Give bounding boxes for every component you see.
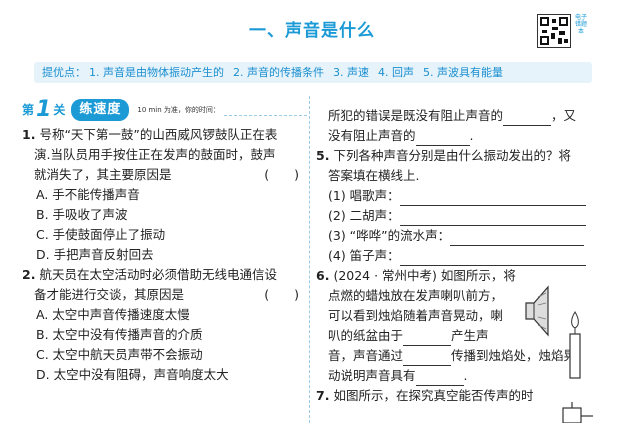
left-column: 第 1 关 练速度 10 min 为准，你的时间： 1. 号称“天下第一鼓”的山… [22,98,307,385]
hint-point: 2. 声音的传播条件 [233,66,324,79]
question-4-continued: 所犯的错误是既没有阻止声音的 ，又 没有阻止声音的. [316,106,606,146]
question-stem: 号称“天下第一鼓”的山西威风锣鼓队正在表 [39,127,278,142]
option-b[interactable]: B. 手吸收了声波 [22,205,307,225]
item-label: (2) 二胡声： [328,208,400,223]
right-column: 所犯的错误是既没有阻止声音的 ，又 没有阻止声音的. 5. 下列各种声音分别是由什… [316,106,606,406]
question-text: (2024 · 常州中考) 如图所示，将 [333,268,516,283]
question-text: 产生声 [451,328,489,343]
hint-point: 1. 声音是由物体振动产生的 [89,66,224,79]
question-text: . [463,368,468,383]
question-text: 点燃的蜡烛放在发声喇叭前方， [328,288,504,303]
item-label: (1) 唱歌声： [328,188,400,203]
question-text: 叭的纸盆由于 [328,328,404,343]
option-a[interactable]: A. 手不能传播声音 [22,185,307,205]
question-text: 可以看到烛焰随着声音晃动，喇 [328,308,504,323]
question-text: 音，声音通过 [328,348,404,363]
level-name-badge: 练速度 [71,99,130,121]
question-stem: 答案填在横线上. [328,168,420,183]
column-divider [309,96,310,423]
question-6: 6. (2024 · 常州中考) 如图所示，将 点燃的蜡烛放在发声喇叭前方， 可… [316,266,606,386]
vacuum-bell-figure [562,402,593,423]
question-stem: 备才能进行交谈，其原因是 [34,287,185,302]
answer-blank[interactable] [415,131,470,146]
question-text: . [469,128,474,143]
level-guan: 关 [53,103,66,117]
option-c[interactable]: C. 手使鼓面停止了振动 [22,225,307,245]
qr-label: 电子错题本 [574,14,587,35]
question-text: 所犯的错误是既没有阻止声音的 [328,108,504,123]
question-number: 6. [316,268,330,283]
question-text: 动说明声音具有 [328,368,416,383]
option-d[interactable]: D. 太空中没有阻碍，声音响度太大 [22,365,307,385]
question-1: 1. 号称“天下第一鼓”的山西威风锣鼓队正在表 演.当队员用手按住正在发声的鼓面… [22,125,307,265]
question-2: 2. 航天员在太空活动时必须借助无线电通信设 备才能进行交谈，其原因是 ( ) A… [22,265,307,385]
time-prompt: 10 min 为准，你的时间： [137,106,220,114]
answer-blank[interactable] [403,331,452,346]
question-5: 5. 下列各种声音分别是由什么振动发出的？将 答案填在横线上. (1) 唱歌声：… [316,146,606,266]
question-stem: 下列各种声音分别是由什么振动发出的？将 [333,148,571,163]
question-text: 没有阻止声音的 [328,128,416,143]
hint-bar: 提优点： 1. 声音是由物体振动产生的 2. 声音的传播条件 3. 声速 4. 回声 5.… [34,62,592,83]
option-d[interactable]: D. 手把声音反射回去 [22,245,307,265]
question-stem: 航天员在太空活动时必须借助无线电通信设 [39,267,277,282]
hint-point: 4. 回声 [378,66,414,79]
hint-label: 提优点： [42,66,86,79]
answer-paren[interactable]: ( ) [264,285,299,305]
option-c[interactable]: C. 太空中航天员声带不会振动 [22,345,307,365]
hint-point: 3. 声速 [333,66,369,79]
question-text: 传播到烛焰处，烛焰晃 [451,348,577,363]
time-line [223,105,307,116]
answer-blank[interactable] [403,351,452,366]
answer-blank[interactable] [399,211,586,226]
question-number: 7. [316,388,330,403]
item-label: (4) 笛子声： [328,248,400,263]
question-number: 1. [22,127,36,142]
answer-blank[interactable] [399,251,586,266]
hint-point: 5. 声波具有能量 [423,66,503,79]
question-stem: 演.当队员用手按住正在发声的鼓面时，鼓声 [34,147,276,162]
item-label: (3) “哗哗”的流水声： [328,228,451,243]
level-number: 1 [36,97,52,122]
question-text: 如图所示，在探究真空能否传声的时 [333,388,534,403]
page-title: 一、声音是什么 [249,21,375,41]
answer-blank[interactable] [450,231,585,246]
question-stem: 就消失了，其主要原因是 [34,167,172,182]
answer-blank[interactable] [399,191,586,206]
candle-icon [569,311,581,379]
question-number: 2. [22,267,36,282]
option-a[interactable]: A. 太空中声音传播速度太慢 [22,305,307,325]
level-di: 第 [22,103,35,117]
answer-blank[interactable] [503,111,552,126]
qr-code[interactable] [537,14,571,48]
question-text: ，又 [551,108,577,123]
answer-blank[interactable] [415,371,464,386]
speaker-icon [525,285,549,337]
question-number: 5. [316,148,330,163]
option-b[interactable]: B. 太空中没有传播声音的介质 [22,325,307,345]
level-header: 第 1 关 练速度 10 min 为准，你的时间： [22,98,307,122]
answer-paren[interactable]: ( ) [264,165,299,185]
